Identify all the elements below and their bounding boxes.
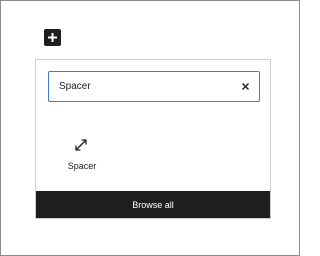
browse-all-button[interactable]: Browse all bbox=[36, 191, 270, 218]
search-field bbox=[48, 71, 260, 102]
clear-search-button[interactable] bbox=[237, 78, 253, 94]
block-result-item[interactable]: Spacer bbox=[54, 128, 110, 178]
resize-icon bbox=[72, 136, 90, 154]
add-block-button[interactable] bbox=[44, 29, 61, 46]
block-result-label: Spacer bbox=[67, 161, 97, 171]
plus-icon bbox=[48, 33, 57, 42]
editor-canvas: Spacer Browse all bbox=[0, 0, 300, 256]
search-input[interactable] bbox=[49, 72, 229, 100]
close-icon bbox=[241, 82, 249, 90]
block-inserter-popover: Spacer Browse all bbox=[35, 59, 271, 219]
